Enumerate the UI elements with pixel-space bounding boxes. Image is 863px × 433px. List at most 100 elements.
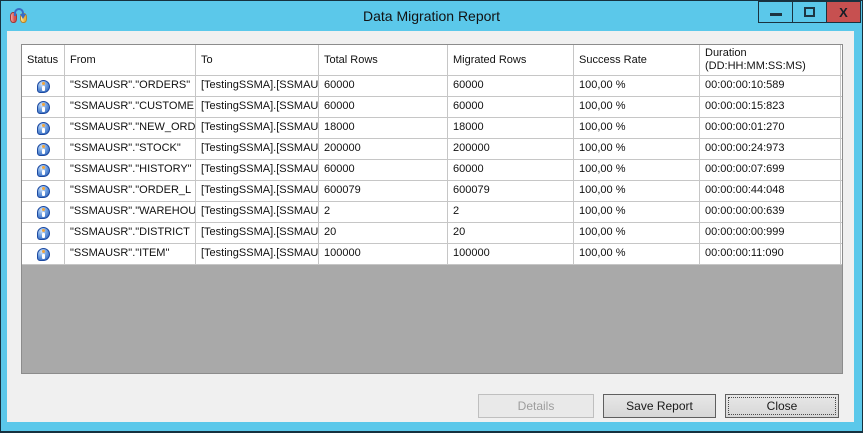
cell-from: "SSMAUSR"."WAREHOU [65, 202, 196, 222]
window-controls: X [759, 1, 861, 23]
migration-report-table: Status From To Total Rows Migrated Rows … [21, 44, 843, 374]
table-row[interactable]: "SSMAUSR"."CUSTOME[TestingSSMA].[SSMAUS6… [22, 97, 842, 118]
cell-to: [TestingSSMA].[SSMAUS [196, 223, 319, 243]
cell-migrated: 100000 [448, 244, 574, 264]
header-from[interactable]: From [65, 45, 196, 75]
cell-duration: 00:00:00:07:699 [700, 160, 841, 180]
cell-from: "SSMAUSR"."DISTRICT [65, 223, 196, 243]
cell-migrated: 600079 [448, 181, 574, 201]
cell-migrated: 60000 [448, 76, 574, 96]
table-empty-area [22, 265, 842, 373]
row-status-cell [22, 97, 65, 117]
cell-total: 20 [319, 223, 448, 243]
cell-to: [TestingSSMA].[SSMAUS [196, 139, 319, 159]
cell-migrated: 20 [448, 223, 574, 243]
table-body: "SSMAUSR"."ORDERS"[TestingSSMA].[SSMAUS6… [22, 76, 842, 265]
minimize-button[interactable] [758, 1, 793, 23]
header-success-rate[interactable]: Success Rate [574, 45, 700, 75]
cell-from: "SSMAUSR"."ITEM" [65, 244, 196, 264]
table-row[interactable]: "SSMAUSR"."HISTORY"[TestingSSMA].[SSMAUS… [22, 160, 842, 181]
close-button[interactable]: Close [725, 394, 839, 418]
row-status-cell [22, 244, 65, 264]
cell-rate: 100,00 % [574, 118, 700, 138]
table-row[interactable]: "SSMAUSR"."ORDER_L[TestingSSMA].[SSMAUS6… [22, 181, 842, 202]
title-bar[interactable]: Data Migration Report X [1, 1, 862, 31]
dialog-window: Data Migration Report X Status From To T… [0, 0, 863, 433]
cell-duration: 00:00:00:10:589 [700, 76, 841, 96]
dialog-body: Status From To Total Rows Migrated Rows … [7, 31, 854, 422]
table-row[interactable]: "SSMAUSR"."ITEM"[TestingSSMA].[SSMAUS100… [22, 244, 842, 265]
table-header-row: Status From To Total Rows Migrated Rows … [22, 45, 842, 76]
table-row[interactable]: "SSMAUSR"."DISTRICT[TestingSSMA].[SSMAUS… [22, 223, 842, 244]
minimize-icon [770, 13, 782, 16]
cell-duration: 00:00:00:24:973 [700, 139, 841, 159]
cell-migrated: 2 [448, 202, 574, 222]
cell-duration: 00:00:00:15:823 [700, 97, 841, 117]
cell-total: 200000 [319, 139, 448, 159]
cell-to: [TestingSSMA].[SSMAUS [196, 160, 319, 180]
window-title: Data Migration Report [1, 1, 862, 31]
cell-from: "SSMAUSR"."NEW_ORD [65, 118, 196, 138]
cell-duration: 00:00:00:44:048 [700, 181, 841, 201]
cell-rate: 100,00 % [574, 139, 700, 159]
table-row[interactable]: "SSMAUSR"."NEW_ORD[TestingSSMA].[SSMAUS1… [22, 118, 842, 139]
cell-to: [TestingSSMA].[SSMAUS [196, 97, 319, 117]
info-status-icon [37, 185, 50, 198]
maximize-button[interactable] [792, 1, 827, 23]
cell-total: 600079 [319, 181, 448, 201]
header-duration[interactable]: Duration (DD:HH:MM:SS:MS) [700, 45, 841, 75]
cell-migrated: 60000 [448, 160, 574, 180]
info-status-icon [37, 122, 50, 135]
cell-to: [TestingSSMA].[SSMAUS [196, 202, 319, 222]
row-status-cell [22, 181, 65, 201]
cell-to: [TestingSSMA].[SSMAUS [196, 181, 319, 201]
cell-duration: 00:00:00:00:639 [700, 202, 841, 222]
details-button[interactable]: Details [478, 394, 594, 418]
cell-duration: 00:00:00:11:090 [700, 244, 841, 264]
cell-rate: 100,00 % [574, 223, 700, 243]
header-total-rows[interactable]: Total Rows [319, 45, 448, 75]
row-status-cell [22, 139, 65, 159]
row-status-cell [22, 202, 65, 222]
cell-migrated: 60000 [448, 97, 574, 117]
header-duration-line2: (DD:HH:MM:SS:MS) [705, 60, 840, 73]
table-row[interactable]: "SSMAUSR"."ORDERS"[TestingSSMA].[SSMAUS6… [22, 76, 842, 97]
info-status-icon [37, 164, 50, 177]
cell-total: 2 [319, 202, 448, 222]
header-to[interactable]: To [196, 45, 319, 75]
row-status-cell [22, 223, 65, 243]
cell-from: "SSMAUSR"."STOCK" [65, 139, 196, 159]
cell-rate: 100,00 % [574, 160, 700, 180]
cell-rate: 100,00 % [574, 244, 700, 264]
cell-to: [TestingSSMA].[SSMAUS [196, 118, 319, 138]
cell-duration: 00:00:00:00:999 [700, 223, 841, 243]
cell-total: 18000 [319, 118, 448, 138]
close-icon: X [839, 6, 848, 19]
header-duration-line1: Duration [705, 47, 840, 60]
cell-total: 60000 [319, 76, 448, 96]
cell-from: "SSMAUSR"."ORDER_L [65, 181, 196, 201]
table-row[interactable]: "SSMAUSR"."WAREHOU[TestingSSMA].[SSMAUS2… [22, 202, 842, 223]
info-status-icon [37, 101, 50, 114]
cell-rate: 100,00 % [574, 76, 700, 96]
info-status-icon [37, 248, 50, 261]
cell-to: [TestingSSMA].[SSMAUS [196, 76, 319, 96]
info-status-icon [37, 206, 50, 219]
header-migrated-rows[interactable]: Migrated Rows [448, 45, 574, 75]
row-status-cell [22, 160, 65, 180]
cell-total: 100000 [319, 244, 448, 264]
cell-total: 60000 [319, 160, 448, 180]
cell-rate: 100,00 % [574, 181, 700, 201]
info-status-icon [37, 143, 50, 156]
maximize-icon [804, 7, 815, 17]
table-row[interactable]: "SSMAUSR"."STOCK"[TestingSSMA].[SSMAUS20… [22, 139, 842, 160]
save-report-button[interactable]: Save Report [603, 394, 716, 418]
info-status-icon [37, 80, 50, 93]
close-window-button[interactable]: X [826, 1, 861, 23]
header-status[interactable]: Status [22, 45, 65, 75]
cell-total: 60000 [319, 97, 448, 117]
cell-to: [TestingSSMA].[SSMAUS [196, 244, 319, 264]
info-status-icon [37, 227, 50, 240]
cell-from: "SSMAUSR"."CUSTOME [65, 97, 196, 117]
cell-from: "SSMAUSR"."HISTORY" [65, 160, 196, 180]
